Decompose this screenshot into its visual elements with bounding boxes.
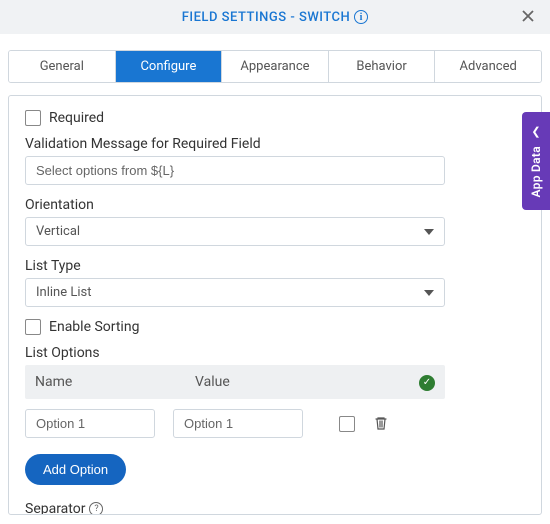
chevron-down-icon (424, 290, 434, 296)
tab-appearance[interactable]: Appearance (222, 51, 329, 82)
separator-label: Separator ? (25, 501, 525, 515)
validation-message-label: Validation Message for Required Field (25, 136, 525, 152)
listtype-label: List Type (25, 258, 525, 274)
tab-configure[interactable]: Configure (116, 51, 223, 82)
orientation-select[interactable]: Vertical (25, 217, 445, 246)
tab-general[interactable]: General (9, 51, 116, 82)
enable-sorting-checkbox[interactable] (25, 319, 41, 335)
listtype-value: Inline List (36, 285, 91, 300)
check-circle-icon: ✓ (419, 375, 435, 391)
chevron-down-icon (424, 229, 434, 235)
orientation-value: Vertical (36, 224, 80, 239)
validation-message-input[interactable] (25, 156, 445, 185)
required-label: Required (49, 110, 104, 126)
listtype-select[interactable]: Inline List (25, 278, 445, 307)
page-title: FIELD SETTINGS - SWITCH i (182, 10, 369, 25)
delete-option-button[interactable] (373, 413, 389, 435)
orientation-label: Orientation (25, 197, 525, 213)
app-data-tab[interactable]: ❮ App Data (522, 112, 550, 210)
option-row (25, 399, 455, 442)
tab-bar: General Configure Appearance Behavior Ad… (8, 50, 542, 83)
trash-icon (373, 415, 389, 431)
option-value-input[interactable] (173, 409, 303, 438)
tab-behavior[interactable]: Behavior (329, 51, 436, 82)
required-checkbox[interactable] (25, 110, 41, 126)
info-icon[interactable]: i (354, 10, 368, 24)
tab-advanced[interactable]: Advanced (435, 51, 541, 82)
title-text: FIELD SETTINGS - SWITCH (182, 10, 351, 25)
separator-label-text: Separator (25, 501, 85, 515)
enable-sorting-label: Enable Sorting (49, 319, 139, 335)
configure-panel: Required Validation Message for Required… (8, 95, 542, 515)
col-value-header: Value (195, 374, 375, 390)
header-bar: FIELD SETTINGS - SWITCH i (0, 0, 550, 34)
close-icon (520, 8, 536, 24)
chevron-left-icon: ❮ (531, 125, 540, 138)
col-name-header: Name (35, 374, 195, 390)
add-option-button[interactable]: Add Option (25, 454, 126, 485)
app-data-label: App Data (529, 146, 543, 197)
list-options-label: List Options (25, 345, 525, 361)
close-button[interactable] (516, 3, 540, 31)
option-name-input[interactable] (25, 409, 155, 438)
help-icon[interactable]: ? (89, 502, 103, 515)
option-default-checkbox[interactable] (339, 416, 355, 432)
options-header: Name Value ✓ (25, 365, 445, 399)
